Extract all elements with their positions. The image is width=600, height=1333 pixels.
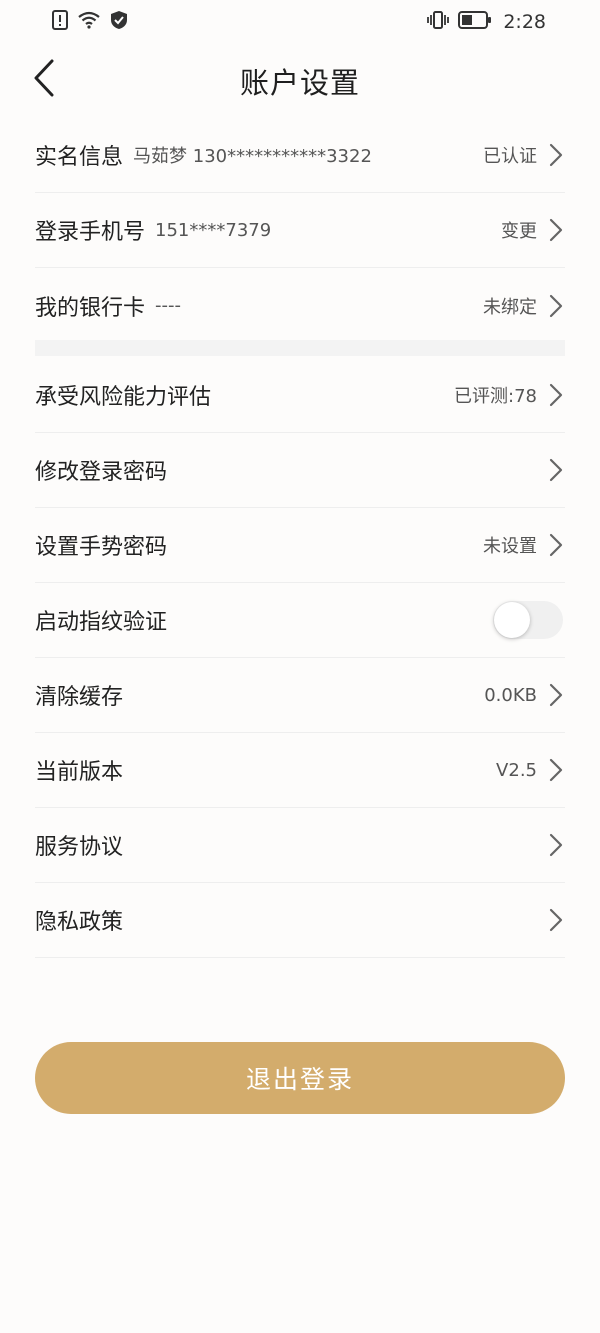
risk-assessment-value: 已评测:78 — [454, 386, 537, 407]
real-name-right: 已认证 — [483, 142, 565, 168]
clear-cache-right: 0.0KB — [484, 682, 565, 708]
logout-button[interactable]: 退出登录 — [35, 1042, 565, 1114]
back-button[interactable] — [26, 59, 62, 101]
fingerprint-label: 启动指纹验证 — [35, 610, 168, 635]
nav-bar: 账户设置 — [0, 44, 600, 118]
privacy-policy-row[interactable]: 隐私政策 — [35, 883, 565, 958]
clear-cache-label: 清除缓存 — [35, 685, 124, 710]
version-right: V2.5 — [496, 757, 565, 783]
login-phone-number: 151****7379 — [155, 219, 272, 241]
bank-card-row[interactable]: 我的银行卡 ---- 未绑定 — [35, 268, 565, 343]
privacy-policy-label: 隐私政策 — [35, 910, 124, 935]
bank-card-right: 未绑定 — [483, 293, 565, 319]
gesture-password-label: 设置手势密码 — [35, 535, 168, 560]
gesture-password-right: 未设置 — [483, 532, 565, 558]
bank-card-detail: ---- — [155, 295, 181, 316]
chevron-right-icon — [547, 832, 565, 858]
login-phone-row[interactable]: 登录手机号 151****7379 变更 — [35, 193, 565, 268]
status-bar: 2:28 — [0, 0, 600, 44]
account-section: 实名信息 马茹梦 130***********3322 已认证 登录手机号 15… — [35, 118, 565, 343]
risk-assessment-row[interactable]: 承受风险能力评估 已评测:78 — [35, 358, 565, 433]
chevron-left-icon — [33, 59, 55, 101]
chevron-right-icon — [547, 217, 565, 243]
service-agreement-label: 服务协议 — [35, 835, 124, 860]
risk-assessment-label: 承受风险能力评估 — [35, 385, 212, 410]
shield-icon — [110, 10, 128, 35]
fingerprint-toggle[interactable] — [493, 601, 563, 639]
service-agreement-right — [547, 832, 565, 858]
cache-size: 0.0KB — [484, 684, 537, 706]
clear-cache-row[interactable]: 清除缓存 0.0KB — [35, 658, 565, 733]
vibrate-icon — [427, 10, 450, 35]
chevron-right-icon — [547, 142, 565, 168]
section-divider — [35, 340, 565, 356]
real-name-label: 实名信息 — [35, 145, 124, 170]
real-name-row[interactable]: 实名信息 马茹梦 130***********3322 已认证 — [35, 118, 565, 193]
bank-card-label: 我的银行卡 — [35, 295, 146, 321]
gesture-password-row[interactable]: 设置手势密码 未设置 — [35, 508, 565, 583]
version-label: 当前版本 — [35, 760, 124, 785]
fingerprint-row: 启动指纹验证 — [35, 583, 565, 658]
alert-icon — [52, 9, 68, 35]
status-right: 2:28 — [427, 10, 546, 35]
chevron-right-icon — [547, 907, 565, 933]
chevron-right-icon — [547, 457, 565, 483]
toggle-knob — [494, 602, 530, 638]
risk-assessment-right: 已评测:78 — [454, 382, 565, 408]
real-name-status: 已认证 — [483, 146, 537, 167]
bank-card-status: 未绑定 — [483, 296, 537, 318]
battery-icon — [458, 10, 492, 34]
chevron-right-icon — [547, 293, 565, 319]
login-phone-action: 变更 — [501, 221, 537, 242]
chevron-right-icon — [547, 532, 565, 558]
status-time: 2:28 — [503, 11, 546, 33]
login-phone-right: 变更 — [501, 217, 565, 243]
version-row[interactable]: 当前版本 V2.5 — [35, 733, 565, 808]
real-name-detail: 马茹梦 130***********3322 — [133, 146, 372, 167]
wifi-icon — [77, 11, 101, 34]
chevron-right-icon — [547, 757, 565, 783]
change-password-row[interactable]: 修改登录密码 — [35, 433, 565, 508]
chevron-right-icon — [547, 682, 565, 708]
version-value: V2.5 — [496, 759, 537, 781]
change-password-right — [547, 457, 565, 483]
page-title: 账户设置 — [239, 66, 360, 100]
login-phone-label: 登录手机号 — [35, 220, 146, 245]
service-agreement-row[interactable]: 服务协议 — [35, 808, 565, 883]
fingerprint-right — [493, 601, 565, 639]
change-password-label: 修改登录密码 — [35, 460, 168, 485]
status-left — [52, 9, 128, 35]
gesture-password-value: 未设置 — [483, 536, 537, 557]
chevron-right-icon — [547, 382, 565, 408]
privacy-policy-right — [547, 907, 565, 933]
settings-section: 承受风险能力评估 已评测:78 修改登录密码 设置手势密码 未设置 启动指纹验证… — [35, 358, 565, 958]
